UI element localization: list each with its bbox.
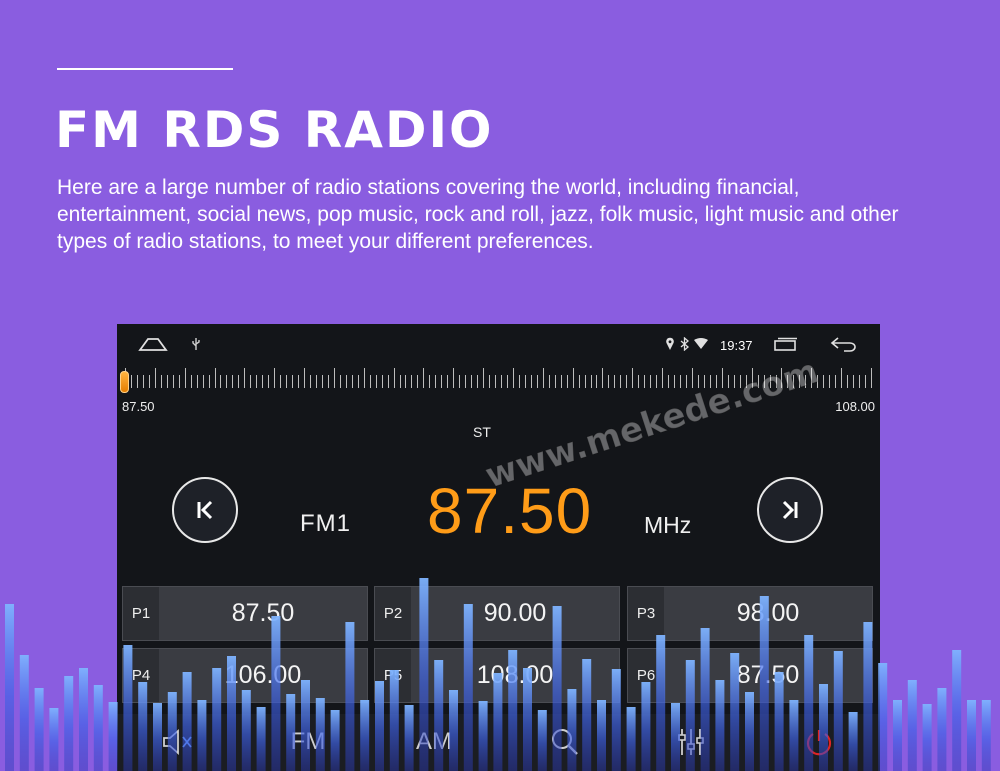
watermark: www.mekede.com	[480, 351, 824, 497]
svg-text:www.mekede.com: www.mekede.com	[480, 351, 823, 496]
